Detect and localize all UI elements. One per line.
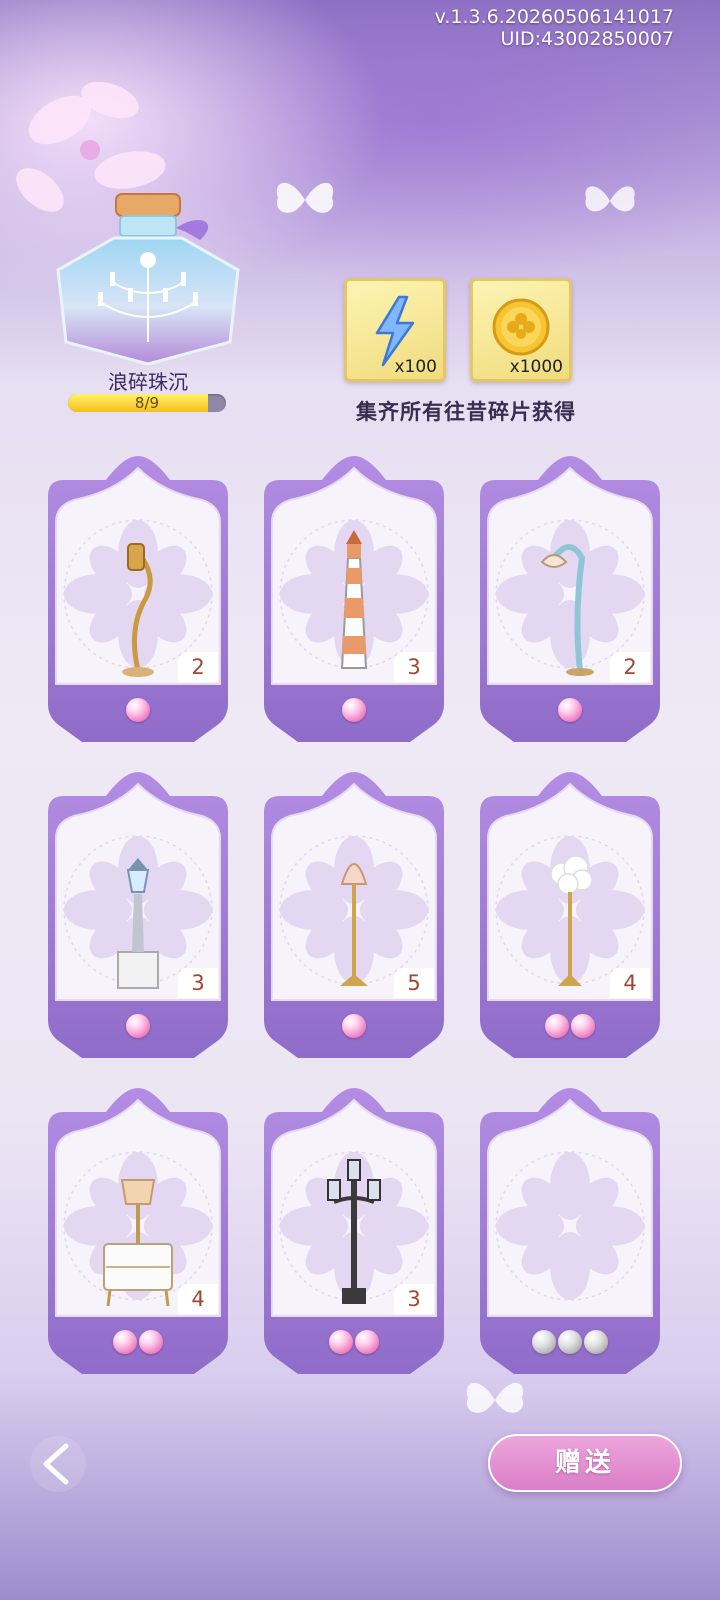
reward-amount: x100 [394,357,437,377]
pearl-rating [260,1014,448,1044]
butterfly-icon [276,182,334,213]
collection-progress-bar: 8/9 [68,394,226,412]
send-gift-button[interactable]: 赠送 [488,1434,682,1492]
pearl-rating [44,1014,232,1044]
progress-text: 8/9 [134,394,160,412]
pearl-rating [476,698,664,728]
fragment-card[interactable]: 2 [476,456,664,748]
pearl-icon [139,1330,163,1354]
version-text: v.1.3.6.20260506141017 [434,6,674,28]
back-button[interactable] [28,1434,88,1494]
pearl-rating [260,1330,448,1360]
fragment-card[interactable]: 5 [260,772,448,1064]
cloud-floor-lamp-icon [550,855,593,986]
nightstand-table-lamp-icon [103,1179,173,1307]
pearl-icon [113,1330,137,1354]
statue-pedestal-lamp-icon [117,858,159,989]
version-info: v.1.3.6.20260506141017 UID:43002850007 [435,6,674,50]
fragment-count: 3 [178,968,218,998]
seashell-street-lamp-icon [540,544,594,676]
pearl-rating [44,698,232,728]
fragment-card[interactable]: 2 [44,456,232,748]
uid-text: UID:43002850007 [500,28,674,50]
pearl-icon [584,1330,608,1354]
fragment-card[interactable] [476,1088,664,1380]
pearl-icon [532,1330,556,1354]
lighthouse-lamp-icon [340,530,368,669]
fragment-count: 4 [610,968,650,998]
pearl-icon [558,1330,582,1354]
pearl-icon [545,1014,569,1038]
collection-bottle[interactable]: 浪碎珠沉 8/9 [50,192,246,422]
pearl-icon [355,1330,379,1354]
reward-caption: 集齐所有往昔碎片获得 [356,400,576,424]
pearl-icon [329,1330,353,1354]
butterfly-icon [585,186,635,212]
black-triple-street-lamp-icon [327,1159,381,1304]
collection-title: 浪碎珠沉 [108,370,188,394]
pearl-icon [342,698,366,722]
empty-slot-icon [530,1150,610,1310]
pearl-icon [126,698,150,722]
fragment-card[interactable]: 4 [44,1088,232,1380]
fragment-count: 4 [178,1284,218,1314]
reward-energy[interactable]: x100 [344,278,446,382]
pearl-rating [44,1330,232,1360]
fragment-card[interactable]: 4 [476,772,664,1064]
chevron-left-icon [30,1436,86,1492]
pearl-rating [476,1330,664,1360]
fragment-count: 2 [178,652,218,682]
pearl-rating [476,1014,664,1044]
fragment-count: 3 [394,1284,434,1314]
chandelier-bottle-icon [56,193,240,366]
pearl-rating [260,698,448,728]
pearl-icon [342,1014,366,1038]
fragment-count: 5 [394,968,434,998]
fragment-card[interactable]: 3 [260,456,448,748]
reward-amount: x1000 [509,357,563,377]
fragment-count: 3 [394,652,434,682]
pearl-icon [126,1014,150,1038]
fragment-count: 2 [610,652,650,682]
pearl-icon [558,698,582,722]
reward-coins[interactable]: x1000 [470,278,572,382]
fragment-card[interactable]: 3 [44,772,232,1064]
golden-wall-lantern-lamp-icon [122,543,154,677]
fragment-card[interactable]: 3 [260,1088,448,1380]
pearl-icon [571,1014,595,1038]
tulip-floor-lamp-icon [340,863,368,986]
